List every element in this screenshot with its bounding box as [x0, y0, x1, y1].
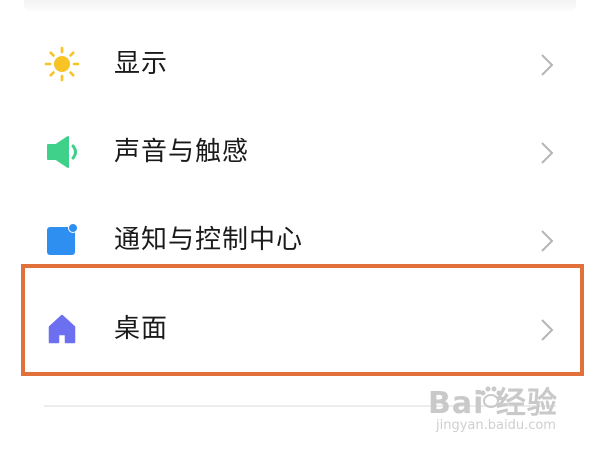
settings-item-label: 桌面: [114, 314, 169, 344]
home-icon: [48, 314, 76, 344]
settings-item-home-screen[interactable]: 桌面: [0, 285, 600, 373]
paw-icon: [480, 386, 502, 408]
chevron-right-icon: [541, 54, 554, 76]
watermark-url: jingyan.baidu.com: [436, 418, 556, 433]
settings-item-notifications[interactable]: 通知与控制中心: [0, 196, 600, 284]
settings-item-label: 声音与触感: [114, 137, 250, 167]
settings-item-label: 通知与控制中心: [114, 225, 304, 255]
sun-icon: [44, 46, 80, 82]
chevron-right-icon: [541, 319, 554, 341]
chevron-right-icon: [541, 230, 554, 252]
watermark: Bai 经验 jingyan.baidu.com: [428, 378, 578, 440]
notification-icon: [47, 223, 78, 255]
settings-item-label: 显示: [114, 49, 169, 79]
chevron-right-icon: [541, 142, 554, 164]
speaker-icon: [47, 136, 77, 168]
settings-item-sound[interactable]: 声音与触感: [0, 108, 600, 196]
settings-item-display[interactable]: 显示: [0, 20, 600, 108]
top-divider: [24, 0, 576, 14]
